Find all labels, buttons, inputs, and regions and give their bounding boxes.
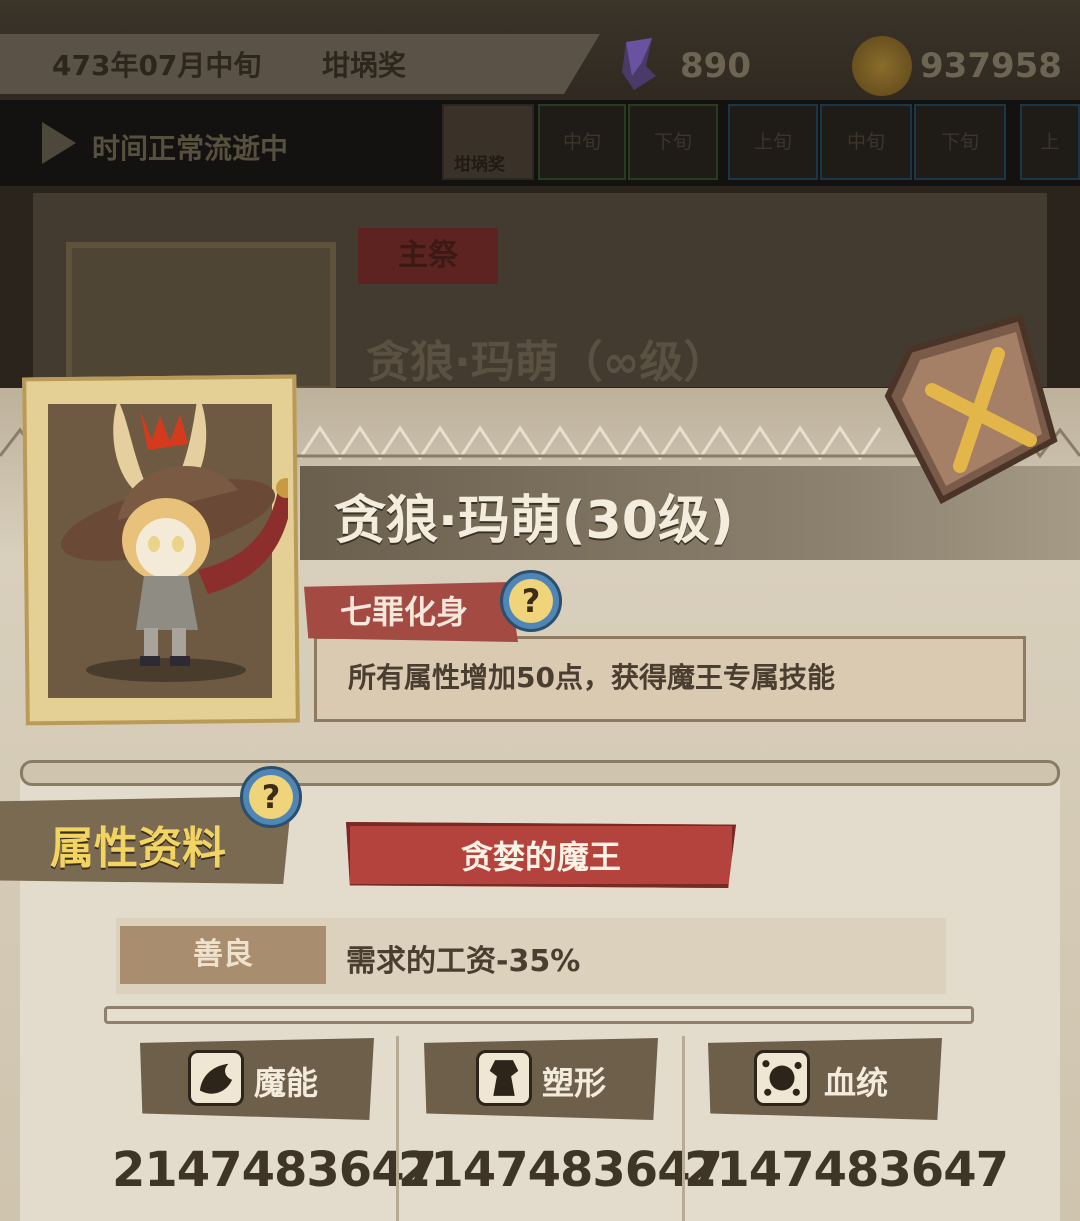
attribute-section-label: 属性资料 <box>50 823 226 874</box>
character-portrait <box>60 394 288 682</box>
magic-energy-icon <box>188 1050 244 1106</box>
character-title: 贪婪的魔王 <box>460 838 621 876</box>
scroll-edge <box>20 760 1060 786</box>
stat-label-shape: 塑形 <box>542 1064 607 1102</box>
game-date: 473年07月中旬 <box>52 49 262 82</box>
stat-value-magic: 2147483647 <box>112 1142 437 1198</box>
character-name: 贪狼·玛萌(30级) <box>334 491 734 551</box>
wage-effect: 需求的工资-35% <box>346 944 581 979</box>
stat-label-magic: 魔能 <box>254 1064 319 1102</box>
crystal-count: 890 <box>680 46 751 86</box>
timeline-slot[interactable]: 下旬 <box>914 104 1006 180</box>
play-icon[interactable] <box>42 122 76 164</box>
crystal-icon <box>622 38 656 90</box>
timeline-slot[interactable]: 中旬 <box>538 104 626 180</box>
timeline-slot[interactable]: 上 <box>1020 104 1080 180</box>
gold-coin-icon <box>852 36 912 96</box>
prize-name: 坩埚奖 <box>322 49 407 82</box>
trait-tag: 七罪化身 <box>304 582 518 642</box>
body-shape-icon <box>476 1050 532 1106</box>
stat-value-shape: 2147483647 <box>398 1142 723 1198</box>
main-priest-tag: 主祭 <box>358 228 498 284</box>
timeline-event-label: 坩埚奖 <box>454 155 505 175</box>
timeline-slot[interactable]: 上旬 <box>728 104 818 180</box>
divider <box>104 1006 974 1024</box>
close-button[interactable] <box>880 310 1060 510</box>
gold-count: 937958 <box>920 46 1062 86</box>
background-portrait <box>66 242 336 392</box>
background-character-name: 贪狼·玛萌（∞级） <box>366 337 728 388</box>
trait-help-icon[interactable]: ? <box>500 570 562 632</box>
timeline-slot[interactable]: 下旬 <box>628 104 718 180</box>
timeline-slot[interactable]: 中旬 <box>820 104 912 180</box>
time-status: 时间正常流逝中 <box>92 132 289 165</box>
trait-description: 所有属性增加50点，获得魔王专属技能 <box>348 661 835 694</box>
stat-label-bloodline: 血统 <box>824 1064 889 1102</box>
alignment-badge: 善良 <box>120 926 326 984</box>
bloodline-icon <box>754 1050 810 1106</box>
attribute-help-icon[interactable]: ? <box>240 766 302 828</box>
stat-value-bloodline: 2147483647 <box>684 1142 1009 1198</box>
stat-header-shape <box>424 1038 658 1120</box>
